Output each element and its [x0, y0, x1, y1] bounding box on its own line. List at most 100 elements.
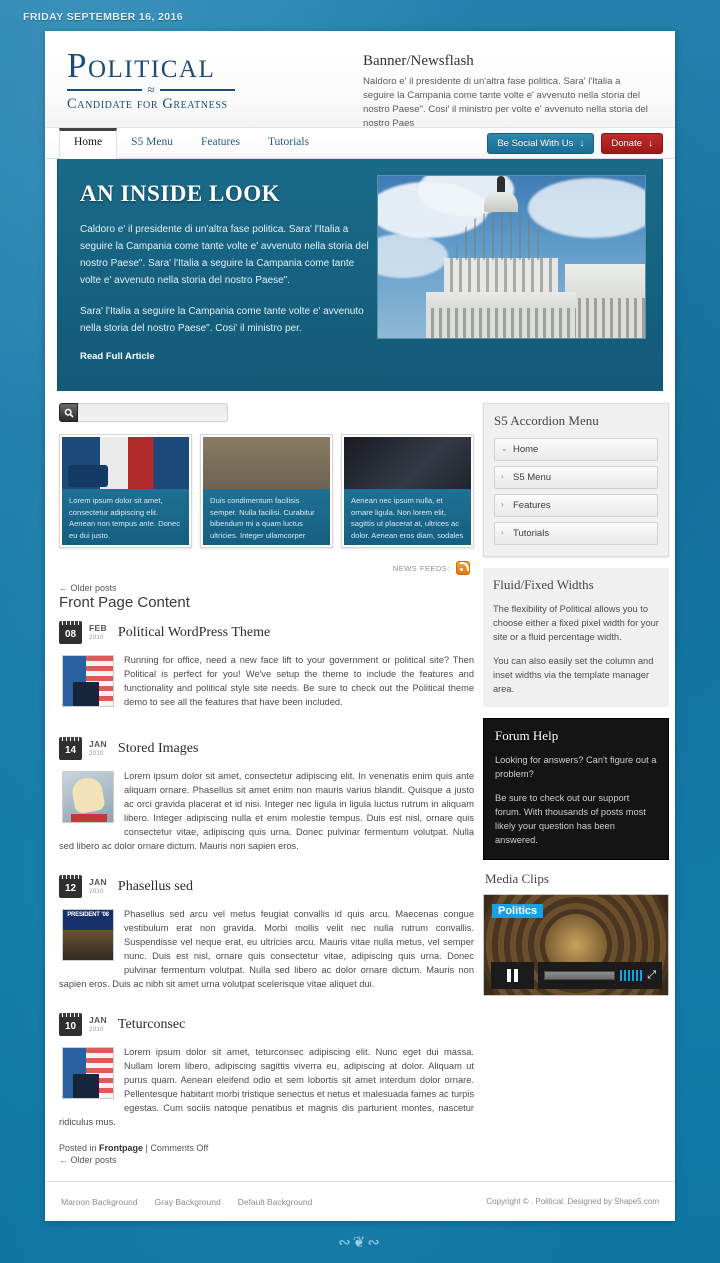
post-body: Phasellus sed arcu vel metus feugiat con…	[59, 907, 474, 991]
search-box	[59, 403, 474, 422]
nav-item-home[interactable]: Home	[59, 127, 118, 159]
rss-icon[interactable]	[456, 561, 470, 575]
dome-lantern	[483, 190, 518, 212]
main-navigation: Home S5 Menu Features Tutorials Be Socia…	[45, 127, 675, 159]
post-header: 10 JAN 2010 Teturconsec	[59, 1013, 474, 1036]
sidebar-item-s5-menu[interactable]: › S5 Menu	[494, 466, 658, 489]
post-title[interactable]: Teturconsec	[118, 1017, 185, 1033]
feature-card[interactable]: Lorem ipsum dolor sit amet, consectetur …	[59, 434, 192, 548]
progress-slider[interactable]	[544, 971, 615, 980]
fullscreen-icon[interactable]: ⤢	[647, 969, 656, 982]
post-text: Lorem ipsum dolor sit amet, consectetur …	[59, 771, 474, 851]
footer-link-gray-background[interactable]: Gray Background	[155, 1197, 221, 1207]
freedom-statue-icon	[496, 176, 505, 192]
post-title[interactable]: Stored Images	[118, 741, 198, 757]
posted-in-category[interactable]: Frontpage	[99, 1143, 143, 1153]
post-title[interactable]: Political WordPress Theme	[118, 625, 270, 641]
feature-card-image	[62, 437, 189, 489]
post-thumbnail[interactable]	[62, 1047, 114, 1099]
photo-fill	[63, 772, 113, 822]
search-icon[interactable]	[59, 403, 78, 422]
older-posts-link-top[interactable]: ← Older posts	[59, 583, 474, 593]
logo-rule-left	[67, 89, 143, 91]
footer-link-default-background[interactable]: Default Background	[238, 1197, 313, 1207]
feature-card[interactable]: Duis condimentum facilisis semper. Nulla…	[200, 434, 333, 548]
read-full-article-link[interactable]: Read Full Article	[80, 351, 371, 362]
posted-in-comments: | Comments Off	[143, 1143, 209, 1153]
dome-colonnade	[425, 308, 576, 338]
module-media-clips: Media Clips Politics ⤢	[483, 871, 669, 996]
photo-fill	[63, 656, 113, 706]
post-year: 2010	[89, 749, 104, 757]
sidebar-item-label: Features	[513, 500, 551, 511]
nav-item-tutorials[interactable]: Tutorials	[254, 128, 323, 159]
nav-item-s5-menu[interactable]: S5 Menu	[117, 128, 187, 159]
feature-card-image	[203, 437, 330, 489]
chevron-down-icon: ↓	[648, 137, 653, 149]
footer-link-maroon-background[interactable]: Maroon Background	[61, 1197, 138, 1207]
older-posts-link-bottom[interactable]: ← Older posts	[59, 1155, 474, 1165]
content-columns: Lorem ipsum dolor sit amet, consectetur …	[45, 391, 675, 1166]
wing-columns	[565, 298, 645, 338]
player-controls: ⤢	[491, 962, 662, 989]
calendar-icon: 10	[59, 1013, 82, 1036]
site-container: Political ≈ Candidate for Greatness Bann…	[45, 31, 675, 1221]
news-feeds-bar: NEWS FEEDS:	[57, 561, 470, 575]
photo-fill	[62, 437, 189, 489]
post-date-month-year: JAN 2010	[89, 739, 107, 758]
dome-base	[425, 292, 576, 338]
capitol-wing	[565, 264, 645, 338]
sidebar-item-features[interactable]: › Features	[494, 494, 658, 517]
post-year: 2010	[89, 1025, 104, 1033]
be-social-button[interactable]: Be Social With Us ↓	[487, 132, 595, 154]
video-category-tag: Politics	[492, 904, 544, 918]
site-logo[interactable]: Political ≈ Candidate for Greatness	[45, 31, 315, 127]
volume-slider[interactable]	[619, 970, 643, 981]
hero-paragraph-1: Caldoro e' il presidente di un'altra fas…	[80, 224, 369, 286]
post-body: Running for office, need a new face lift…	[59, 653, 474, 711]
photo-fill	[344, 437, 471, 489]
site-header: Political ≈ Candidate for Greatness Bann…	[45, 31, 675, 129]
feature-card-caption: Lorem ipsum dolor sit amet, consectetur …	[62, 489, 189, 545]
calendar-icon: 08	[59, 621, 82, 644]
chevron-down-icon: ⌄	[501, 444, 508, 453]
hero-text-block: AN INSIDE LOOK Caldoro e' il presidente …	[74, 175, 371, 391]
donate-button[interactable]: Donate ↓	[601, 132, 663, 154]
post-body: Lorem ipsum dolor sit amet, teturconsec …	[59, 1045, 474, 1129]
post-item: 12 JAN 2010 Phasellus sed Phasellus sed …	[59, 875, 474, 991]
sidebar-item-tutorials[interactable]: › Tutorials	[494, 522, 658, 545]
chevron-right-icon: ›	[501, 528, 504, 537]
top-date-bar: FRIDAY SEPTEMBER 16, 2016	[0, 0, 720, 28]
pause-button[interactable]	[491, 962, 534, 989]
post-title[interactable]: Phasellus sed	[118, 879, 193, 895]
video-player[interactable]: Politics ⤢	[483, 894, 669, 996]
post-day: 10	[59, 1017, 82, 1036]
search-input[interactable]	[78, 403, 228, 422]
main-column: Lorem ipsum dolor sit amet, consectetur …	[57, 403, 474, 1166]
feature-card[interactable]: Aenean nec ipsum nulla, et ornare ligula…	[341, 434, 474, 551]
feature-card-caption: Aenean nec ipsum nulla, et ornare ligula…	[344, 489, 471, 551]
media-clips-title: Media Clips	[485, 871, 549, 886]
nav-item-features[interactable]: Features	[187, 128, 254, 159]
newsflash-title: Banner/Newsflash	[363, 53, 474, 69]
fluid-paragraph-2: You can also easily set the column and i…	[493, 656, 654, 694]
post-thumbnail[interactable]	[62, 771, 114, 823]
post-meta: Posted in Frontpage | Comments Off	[59, 1143, 474, 1153]
post-thumbnail[interactable]	[62, 655, 114, 707]
post-header: 12 JAN 2010 Phasellus sed	[59, 875, 474, 898]
post-thumbnail[interactable]	[62, 909, 114, 961]
sidebar-item-home[interactable]: ⌄ Home	[494, 438, 658, 461]
pause-bar-icon	[514, 969, 518, 982]
hero-image	[376, 175, 646, 339]
news-feeds-label: NEWS FEEDS:	[392, 563, 450, 573]
calendar-icon: 12	[59, 875, 82, 898]
feature-cards: Lorem ipsum dolor sit amet, consectetur …	[59, 434, 474, 551]
module-forum-help: Forum Help Looking for answers? Can't fi…	[483, 718, 669, 860]
capitol-dome	[425, 176, 576, 338]
post-date-month-year: FEB 2010	[89, 623, 107, 642]
feature-card-image	[344, 437, 471, 489]
module-fluid-fixed-widths: Fluid/Fixed Widths The flexibility of Po…	[483, 568, 669, 707]
post-year: 2010	[89, 633, 104, 641]
post-item: 08 FEB 2010 Political WordPress Theme Ru…	[59, 621, 474, 711]
newsflash-text: Naldoro e' il presidente di un'altra fas…	[363, 76, 648, 129]
